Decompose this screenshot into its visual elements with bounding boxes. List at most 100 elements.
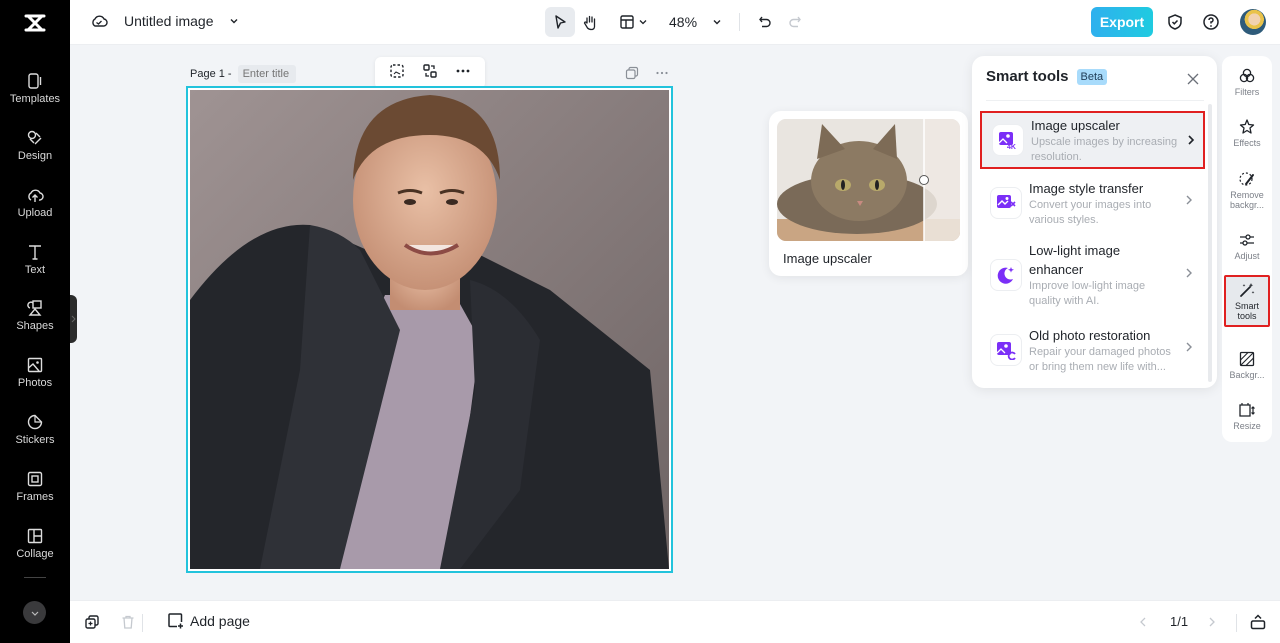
panel-scrollbar[interactable] <box>1208 104 1212 382</box>
add-page-button[interactable]: Add page <box>167 612 250 629</box>
sidebar-divider <box>24 577 46 578</box>
tool-icon-box <box>990 187 1022 219</box>
canvas-tool-group: 48% <box>545 7 810 37</box>
capcut-logo[interactable] <box>0 0 70 45</box>
portrait-photo-illustration <box>190 90 669 569</box>
add-page-icon <box>168 613 183 629</box>
photo-restore-icon <box>996 342 1016 360</box>
tool-text: Image style transfer Convert your images… <box>1029 179 1179 228</box>
rail-item-smart-tools[interactable]: Smart tools <box>1224 275 1270 327</box>
sidebar-item-design[interactable]: Design <box>0 129 70 179</box>
chevron-right-icon <box>1188 135 1195 145</box>
next-page-button[interactable] <box>1203 613 1221 631</box>
bottom-divider <box>1236 614 1237 632</box>
document-title[interactable]: Untitled image <box>124 13 214 29</box>
sidebar-item-label: Design <box>17 150 53 162</box>
tool-name: Image style transfer <box>1029 181 1144 196</box>
sidebar-item-collage[interactable]: Collage <box>0 527 70 577</box>
sidebar-collapse-handle[interactable] <box>70 295 77 343</box>
page-actions <box>625 66 669 80</box>
security-button[interactable] <box>1164 11 1186 33</box>
export-button[interactable]: Export <box>1091 7 1153 37</box>
magic-wand-icon <box>1240 283 1255 297</box>
sidebar-item-frames[interactable]: Frames <box>0 470 70 520</box>
trash-icon <box>122 615 134 629</box>
sidebar-item-photos[interactable]: Photos <box>0 356 70 406</box>
sidebar-item-templates[interactable]: Templates <box>0 72 70 122</box>
rail-item-effects[interactable]: Effects <box>1224 118 1270 148</box>
svg-text:4K: 4K <box>1007 144 1016 150</box>
sidebar-item-text[interactable]: Text <box>0 243 70 293</box>
layout-dropdown-button[interactable] <box>611 7 655 37</box>
help-icon <box>1203 14 1219 30</box>
tool-icon-box <box>990 259 1022 291</box>
canvas-photo[interactable] <box>190 90 669 569</box>
help-button[interactable] <box>1200 11 1222 33</box>
tool-name: Old photo restoration <box>1029 328 1151 343</box>
tool-item-image-upscaler[interactable]: 4K Image upscaler Upscale images by incr… <box>980 111 1205 169</box>
preview-label: Image upscaler <box>783 251 872 266</box>
rail-item-adjust[interactable]: Adjust <box>1224 231 1270 261</box>
close-panel-button[interactable] <box>1184 70 1202 88</box>
prev-page-button[interactable] <box>1134 613 1152 631</box>
crop-select-button[interactable] <box>389 63 405 84</box>
page-title-input[interactable] <box>237 65 296 83</box>
rail-item-label: Effects <box>1233 138 1261 148</box>
redo-icon <box>789 16 801 28</box>
sidebar-item-upload[interactable]: Upload <box>0 186 70 236</box>
canvas-selection-frame[interactable] <box>186 86 673 573</box>
remove-background-icon <box>1239 172 1254 186</box>
page-more-icon[interactable] <box>655 66 669 80</box>
sidebar-more-button[interactable] <box>23 601 46 624</box>
moon-sparkle-icon <box>997 267 1014 284</box>
chevron-down-icon[interactable] <box>228 15 240 27</box>
tool-item-image-style-transfer[interactable]: Image style transfer Convert your images… <box>980 176 1205 234</box>
rail-item-label: Resize <box>1233 421 1261 431</box>
tool-name: Low-light image enhancer <box>1029 243 1121 277</box>
pages-panel-icon <box>1250 614 1266 630</box>
smart-crop-icon <box>390 63 405 78</box>
rail-item-background[interactable]: Backgr... <box>1224 350 1270 380</box>
more-horizontal-icon <box>456 69 470 72</box>
rail-item-filters[interactable]: Filters <box>1224 67 1270 97</box>
duplicate-page-icon[interactable] <box>625 66 639 80</box>
select-tool-button[interactable] <box>545 7 575 37</box>
tool-text: Low-light image enhancer Improve low-lig… <box>1029 241 1179 309</box>
expand-pages-button[interactable] <box>1249 613 1267 631</box>
tool-item-old-photo-restoration[interactable]: Old photo restoration Repair your damage… <box>980 323 1205 381</box>
bottom-divider <box>142 614 143 632</box>
hand-tool-button[interactable] <box>575 7 605 37</box>
right-tool-rail: Filters Effects Remove backgr... Adjust … <box>1222 56 1272 442</box>
sidebar-item-label: Stickers <box>15 434 55 446</box>
zoom-dropdown-icon[interactable] <box>711 16 723 28</box>
frames-icon <box>27 471 43 487</box>
sidebar-item-label: Text <box>24 264 46 276</box>
top-bar: Untitled image 48% Export <box>70 0 1280 45</box>
undo-button[interactable] <box>750 7 780 37</box>
upload-icon <box>28 189 44 202</box>
chevron-down-icon <box>639 20 646 25</box>
delete-page-button[interactable] <box>119 613 137 631</box>
rail-item-label: Backgr... <box>1229 370 1265 380</box>
toolbar-divider <box>739 13 741 31</box>
sidebar-item-shapes[interactable]: Shapes <box>0 299 70 349</box>
sidebar-item-label: Photos <box>17 377 53 389</box>
rail-item-remove-background[interactable]: Remove backgr... <box>1224 170 1270 210</box>
capcut-logo-icon <box>24 14 46 31</box>
user-avatar[interactable] <box>1240 9 1266 35</box>
zoom-level[interactable]: 48% <box>669 14 697 30</box>
sidebar-item-label: Templates <box>9 93 61 105</box>
cloud-saved-icon <box>92 15 108 27</box>
smart-tools-panel: Smart tools Beta 4K Image upscaler Upsca… <box>972 56 1217 388</box>
duplicate-page-button[interactable] <box>83 613 101 631</box>
panel-divider <box>986 100 1204 101</box>
replace-button[interactable] <box>422 63 438 84</box>
redo-button[interactable] <box>780 7 810 37</box>
chevron-right-icon <box>71 315 76 323</box>
tool-item-low-light-enhancer[interactable]: Low-light image enhancer Improve low-lig… <box>980 241 1205 313</box>
more-options-button[interactable] <box>455 63 471 84</box>
adjust-sliders-icon <box>1240 234 1254 246</box>
sidebar-item-stickers[interactable]: Stickers <box>0 413 70 463</box>
document-title-group: Untitled image <box>90 12 240 30</box>
rail-item-resize[interactable]: Resize <box>1224 401 1270 431</box>
